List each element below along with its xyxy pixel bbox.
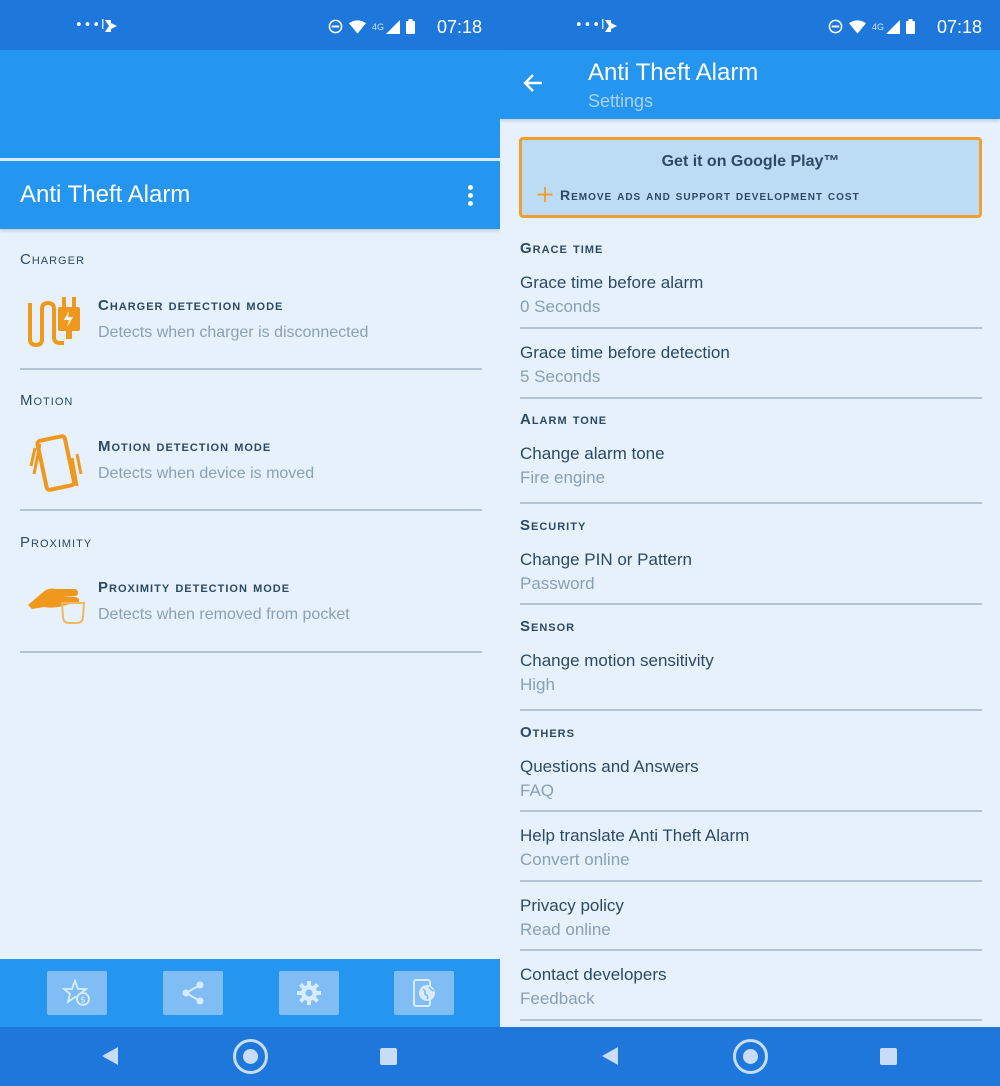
clock: 07:18 bbox=[437, 17, 483, 37]
plus-icon: + bbox=[535, 180, 556, 208]
setting-title: Change PIN or Pattern bbox=[520, 550, 692, 569]
nav-recents-icon[interactable] bbox=[880, 1048, 897, 1065]
notification-icon bbox=[104, 19, 118, 38]
proximity-mode-subtitle: Detects when removed from pocket bbox=[98, 606, 350, 623]
clock: 07:18 bbox=[937, 17, 983, 37]
motion-mode-title: Motion detection mode bbox=[98, 438, 272, 455]
settings-gear-icon bbox=[297, 981, 321, 1005]
section-header-grace-time: Grace time bbox=[520, 240, 604, 257]
setting-title: Contact developers bbox=[520, 965, 667, 984]
setting-value: 5 Seconds bbox=[520, 367, 601, 386]
signal-dots: •••l bbox=[575, 18, 606, 33]
setting-title: Grace time before detection bbox=[520, 343, 730, 362]
setting-value: Feedback bbox=[520, 989, 595, 1008]
system-nav-bar bbox=[0, 1027, 500, 1086]
divider bbox=[520, 502, 982, 504]
setting-title: Questions and Answers bbox=[520, 757, 699, 776]
section-header-sensor: Sensor bbox=[520, 618, 576, 635]
divider bbox=[20, 509, 482, 511]
status-bar: •••l 4G 07:18 bbox=[0, 0, 500, 50]
section-header-alarm-tone: Alarm tone bbox=[520, 411, 608, 428]
toolbar: Anti Theft Alarm bbox=[0, 161, 500, 229]
toolbar: Anti Theft Alarm Settings bbox=[500, 50, 1000, 119]
section-label-motion: Motion bbox=[20, 392, 74, 409]
signal-dots: •••l bbox=[75, 18, 106, 33]
motion-mode-subtitle: Detects when device is moved bbox=[98, 465, 315, 482]
network-type: 4G bbox=[372, 21, 385, 32]
app-title: Anti Theft Alarm bbox=[20, 181, 191, 208]
nav-back-icon[interactable] bbox=[100, 1046, 120, 1071]
setting-title: Grace time before alarm bbox=[520, 273, 704, 292]
more-vert-icon[interactable] bbox=[468, 185, 478, 209]
setting-title: Help translate Anti Theft Alarm bbox=[520, 826, 750, 845]
cell-signal-icon bbox=[386, 19, 401, 34]
setting-value: FAQ bbox=[520, 781, 555, 800]
divider bbox=[20, 651, 482, 653]
hand-pocket-icon bbox=[26, 575, 86, 635]
setting-title: Change alarm tone bbox=[520, 444, 665, 463]
nav-recents-icon[interactable] bbox=[380, 1048, 397, 1065]
settings-screen: •••l 4G 07:18 Anti Theft Alarm Settings … bbox=[500, 0, 1000, 1086]
main-screen: •••l 4G 07:18 Anti Theft Alarm Charger C… bbox=[0, 0, 500, 1086]
setting-value: High bbox=[520, 675, 555, 694]
setting-value: Fire engine bbox=[520, 468, 606, 487]
settings-subtitle: Settings bbox=[588, 91, 654, 111]
more-apps-button[interactable] bbox=[394, 971, 454, 1015]
divider bbox=[520, 397, 982, 399]
system-nav-bar bbox=[500, 1027, 1000, 1086]
nav-back-icon[interactable] bbox=[600, 1046, 620, 1071]
section-header-security: Security bbox=[520, 517, 587, 534]
share-icon bbox=[182, 981, 204, 1005]
phone-globe-icon bbox=[413, 979, 435, 1007]
divider bbox=[520, 810, 982, 812]
app-bar-extended bbox=[0, 50, 500, 158]
wifi-icon bbox=[349, 19, 366, 34]
rate-button[interactable]: $ bbox=[47, 971, 107, 1015]
divider bbox=[520, 327, 982, 329]
share-button[interactable] bbox=[163, 971, 223, 1015]
divider bbox=[520, 603, 982, 605]
proximity-mode-title: Proximity detection mode bbox=[98, 579, 291, 596]
bottom-action-bar: $ bbox=[0, 959, 500, 1027]
setting-value: Password bbox=[520, 574, 595, 593]
nav-home-icon[interactable] bbox=[233, 1039, 268, 1074]
rate-star-icon: $ bbox=[62, 978, 90, 1006]
divider bbox=[520, 1019, 982, 1021]
divider bbox=[520, 709, 982, 711]
setting-value: Convert online bbox=[520, 850, 630, 869]
svg-text:$: $ bbox=[80, 996, 86, 1006]
wifi-icon bbox=[849, 19, 866, 34]
status-icons: 4G bbox=[828, 19, 916, 34]
setting-value: 0 Seconds bbox=[520, 297, 601, 316]
notification-icon bbox=[604, 19, 618, 38]
section-header-others: Others bbox=[520, 724, 575, 741]
charger-mode-subtitle: Detects when charger is disconnected bbox=[98, 324, 369, 341]
section-label-charger: Charger bbox=[20, 251, 85, 268]
promo-subtitle: Remove ads and support development cost bbox=[560, 187, 860, 203]
setting-value: Read online bbox=[520, 920, 611, 939]
setting-title: Privacy policy bbox=[520, 896, 624, 915]
status-icons: 4G bbox=[328, 19, 416, 34]
nav-home-icon[interactable] bbox=[733, 1039, 768, 1074]
charger-mode-title: Charger detection mode bbox=[98, 297, 284, 314]
section-label-proximity: Proximity bbox=[20, 534, 93, 551]
divider bbox=[520, 949, 982, 951]
phone-shake-icon bbox=[26, 434, 86, 494]
status-bar: •••l 4G 07:18 bbox=[500, 0, 1000, 50]
battery-icon bbox=[906, 19, 916, 34]
battery-icon bbox=[406, 19, 416, 34]
dnd-icon bbox=[828, 19, 843, 34]
charger-plug-icon bbox=[26, 293, 86, 353]
dnd-icon bbox=[328, 19, 343, 34]
divider bbox=[20, 368, 482, 370]
google-play-promo[interactable]: Get it on Google Play™ + Remove ads and … bbox=[519, 137, 982, 218]
settings-button[interactable] bbox=[279, 971, 339, 1015]
cell-signal-icon bbox=[886, 19, 901, 34]
network-type: 4G bbox=[872, 21, 885, 32]
settings-title: Anti Theft Alarm bbox=[588, 59, 759, 86]
divider bbox=[520, 880, 982, 882]
promo-title: Get it on Google Play™ bbox=[661, 153, 840, 170]
back-arrow-icon[interactable] bbox=[522, 72, 544, 99]
setting-title: Change motion sensitivity bbox=[520, 651, 714, 670]
